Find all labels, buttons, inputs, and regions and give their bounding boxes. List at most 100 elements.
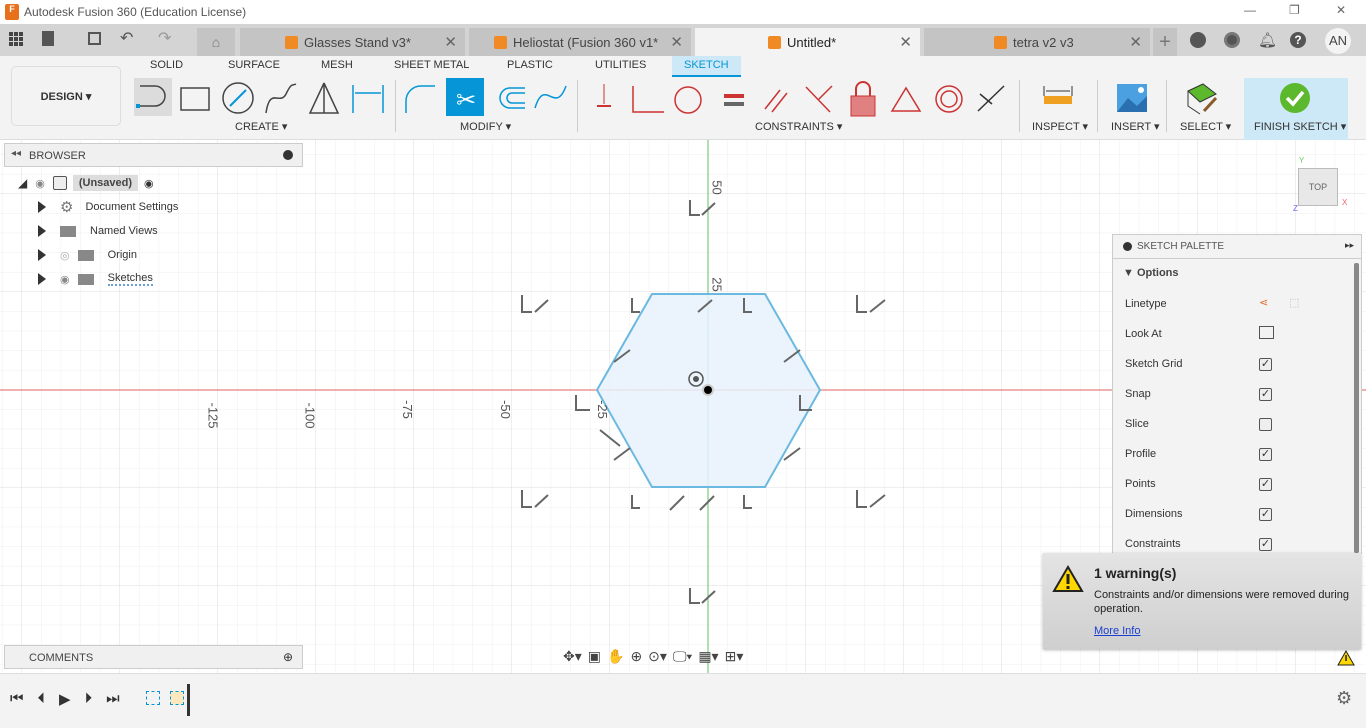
- warning-status-icon[interactable]: [1337, 650, 1355, 666]
- points-checkbox[interactable]: ✓: [1259, 478, 1272, 491]
- redo-icon[interactable]: ↷: [158, 28, 171, 48]
- step-back-icon[interactable]: ⏴: [38, 690, 46, 708]
- app-logo: F: [5, 4, 19, 20]
- tab-heliostat[interactable]: Heliostat (Fusion 360 v1* ✕: [469, 28, 691, 56]
- dimensions-checkbox[interactable]: ✓: [1259, 508, 1272, 521]
- orbit-icon[interactable]: ✥▾: [563, 648, 582, 665]
- cube-icon: [494, 35, 507, 49]
- viewports-icon[interactable]: ⊞▾: [725, 648, 744, 665]
- activate-radio-icon[interactable]: ◉: [144, 177, 154, 190]
- snap-checkbox[interactable]: ✓: [1259, 388, 1272, 401]
- title-bar: F Autodesk Fusion 360 (Education License…: [0, 0, 1366, 24]
- constraints-menu[interactable]: CONSTRAINTS ▾: [755, 120, 842, 133]
- look-at-icon[interactable]: [1259, 326, 1274, 339]
- profile-checkbox[interactable]: ✓: [1259, 448, 1272, 461]
- extensions-icon[interactable]: [1190, 32, 1206, 48]
- apps-grid-icon[interactable]: [9, 32, 23, 46]
- home-icon: ⌂: [211, 34, 221, 50]
- minimize-button[interactable]: —: [1244, 3, 1256, 17]
- collapse-browser-icon[interactable]: ◂◂: [11, 148, 21, 159]
- user-avatar[interactable]: AN: [1325, 28, 1351, 54]
- x-axis-label: -25: [594, 400, 610, 419]
- play-icon[interactable]: ▶: [59, 690, 71, 708]
- timeline-marker[interactable]: [187, 684, 190, 716]
- expand-icon[interactable]: [38, 225, 46, 237]
- select-icon: [1187, 83, 1218, 115]
- folder-icon: [77, 273, 94, 285]
- close-tab-icon[interactable]: ✕: [899, 33, 912, 51]
- undo-icon[interactable]: ↶: [120, 28, 133, 48]
- tab-tetra[interactable]: tetra v2 v3 ✕: [924, 28, 1150, 56]
- line-tool-bg: [134, 78, 172, 116]
- expand-icon[interactable]: [38, 249, 46, 261]
- close-tab-icon[interactable]: ✕: [670, 33, 683, 51]
- viewcube[interactable]: TOP: [1298, 168, 1338, 206]
- timeline-settings-icon[interactable]: ⚙: [1336, 688, 1352, 709]
- expand-icon[interactable]: [38, 273, 46, 285]
- timeline-sketch-feature-icon[interactable]: [170, 691, 184, 705]
- insert-menu[interactable]: INSERT ▾: [1111, 120, 1160, 133]
- browser-item-origin[interactable]: ◎ Origin: [38, 245, 137, 265]
- browser-title: BROWSER: [29, 150, 86, 162]
- display-settings-icon[interactable]: 🖵▾: [673, 648, 692, 665]
- look-at-icon[interactable]: ▣: [588, 648, 601, 665]
- step-forward-icon[interactable]: ⏵: [85, 690, 93, 708]
- file-menu-icon[interactable]: [42, 31, 54, 46]
- tab-glasses-stand[interactable]: Glasses Stand v3* ✕: [240, 28, 465, 56]
- browser-item-sketches[interactable]: ◉ Sketches: [38, 269, 153, 289]
- expand-icon[interactable]: [38, 201, 46, 213]
- palette-scrollbar[interactable]: [1354, 263, 1359, 553]
- inspect-menu[interactable]: INSPECT ▾: [1032, 120, 1088, 133]
- collapse-triangle-icon[interactable]: ◢: [18, 176, 27, 190]
- gear-icon: ⚙: [60, 199, 74, 216]
- fit-icon[interactable]: ⊙▾: [648, 648, 667, 665]
- grid-settings-icon[interactable]: ▦▾: [698, 648, 718, 665]
- close-tab-icon[interactable]: ✕: [444, 33, 457, 51]
- job-status-icon[interactable]: [1224, 32, 1240, 48]
- select-menu[interactable]: SELECT ▾: [1180, 120, 1231, 133]
- timeline-controls: ⏮ ⏴ ▶ ⏵ ⏭: [10, 690, 120, 708]
- hidden-eye-icon[interactable]: ◎: [60, 249, 70, 262]
- go-to-start-icon[interactable]: ⏮: [10, 690, 24, 708]
- constraints-checkbox[interactable]: ✓: [1259, 538, 1272, 551]
- go-to-end-icon[interactable]: ⏭: [106, 690, 120, 708]
- new-tab-button[interactable]: +: [1153, 28, 1177, 56]
- slice-checkbox[interactable]: [1259, 418, 1272, 431]
- option-sketch-grid: Sketch Grid ✓: [1125, 358, 1272, 371]
- home-tab[interactable]: ⌂: [197, 28, 235, 56]
- folder-icon: [60, 225, 76, 237]
- sketch-canvas[interactable]: -125 -100 -75 -50 -25 50 25 TOP Y X Z ◂◂…: [0, 140, 1366, 673]
- modify-menu[interactable]: MODIFY ▾: [460, 120, 511, 133]
- browser-minimize-icon[interactable]: [283, 150, 293, 160]
- browser-item-named-views[interactable]: Named Views: [38, 221, 158, 241]
- add-comment-icon[interactable]: ⊕: [283, 650, 293, 664]
- timeline-bar: ⏮ ⏴ ▶ ⏵ ⏭ ⚙: [0, 673, 1366, 728]
- help-icon[interactable]: ?: [1290, 32, 1306, 48]
- centerline-linetype-icon[interactable]: ⬚: [1289, 296, 1299, 309]
- browser-root[interactable]: ◢ ◉ (Unsaved) ◉: [18, 173, 154, 193]
- notifications-icon[interactable]: 🔔︎: [1258, 31, 1277, 49]
- visibility-eye-icon[interactable]: ◉: [60, 273, 70, 286]
- sketch-grid-checkbox[interactable]: ✓: [1259, 358, 1272, 371]
- browser-item-document-settings[interactable]: ⚙ Document Settings: [38, 197, 178, 217]
- close-tab-icon[interactable]: ✕: [1129, 33, 1142, 51]
- palette-collapse-icon[interactable]: [1123, 242, 1132, 251]
- palette-expand-icon[interactable]: ▸▸: [1345, 240, 1354, 251]
- divider: [1166, 80, 1167, 132]
- tangent-constraint-icon: [674, 86, 702, 114]
- tab-untitled[interactable]: Untitled* ✕: [695, 28, 920, 56]
- close-button[interactable]: ✕: [1336, 3, 1346, 17]
- options-section[interactable]: ▼ Options: [1123, 267, 1179, 279]
- restore-button[interactable]: ❐: [1289, 3, 1300, 17]
- warning-title: 1 warning(s): [1094, 565, 1177, 581]
- comments-panel: COMMENTS ⊕: [4, 645, 303, 669]
- pan-icon[interactable]: ✋: [607, 648, 624, 665]
- visibility-eye-icon[interactable]: ◉: [35, 177, 45, 190]
- construction-linetype-icon[interactable]: ⋖: [1259, 296, 1268, 309]
- more-info-link[interactable]: More Info: [1094, 625, 1140, 637]
- finish-sketch-button[interactable]: FINISH SKETCH ▾: [1254, 120, 1346, 133]
- save-icon[interactable]: [88, 32, 101, 45]
- zoom-icon[interactable]: ⊕: [630, 648, 642, 665]
- create-menu[interactable]: CREATE ▾: [235, 120, 287, 133]
- timeline-sketch-feature-icon[interactable]: [146, 691, 160, 705]
